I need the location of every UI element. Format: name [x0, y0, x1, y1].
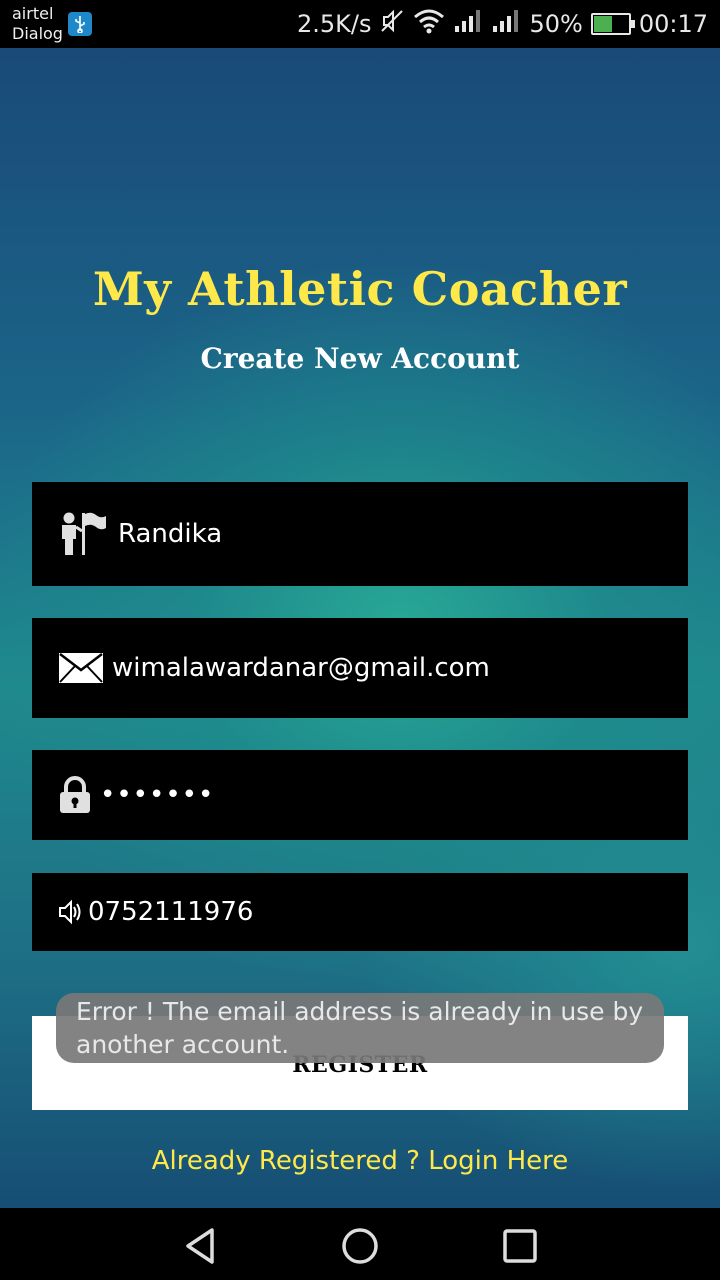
signal-icon-2 [491, 8, 521, 40]
carrier-name: airtel Dialog [12, 4, 63, 44]
navigation-bar [0, 1208, 720, 1280]
error-toast-message: Error ! The email address is already in … [76, 997, 644, 1059]
name-input[interactable]: Randika [118, 519, 222, 549]
envelope-icon [58, 652, 104, 684]
network-speed: 2.5K/s [296, 10, 372, 38]
usb-icon [68, 12, 92, 36]
user-flag-icon [58, 511, 108, 557]
battery-percent: 50% [529, 10, 583, 38]
status-bar: airtel Dialog 2.5K/s 50% 00:17 [0, 0, 720, 48]
email-input[interactable]: wimalawardanar@gmail.com [112, 653, 490, 683]
wifi-icon [413, 8, 445, 40]
page-subtitle: Create New Account [200, 342, 520, 375]
carrier-line-2: Dialog [12, 24, 63, 43]
lock-icon [58, 776, 92, 814]
email-field[interactable]: wimalawardanar@gmail.com [32, 618, 688, 718]
speaker-icon [58, 899, 84, 925]
app-title: My Athletic Coacher [92, 262, 628, 316]
password-field[interactable]: ••••••• [32, 750, 688, 840]
error-toast: Error ! The email address is already in … [56, 993, 664, 1063]
battery-icon [590, 13, 635, 35]
recents-button[interactable] [500, 1226, 540, 1266]
login-link[interactable]: Already Registered ? Login Here [0, 1146, 720, 1176]
carrier-line-1: airtel [12, 4, 54, 23]
password-input[interactable]: ••••••• [100, 780, 214, 810]
name-field[interactable]: Randika [32, 482, 688, 586]
signal-icon-1 [453, 8, 483, 40]
phone-field[interactable]: 0752111976 [32, 873, 688, 951]
phone-input[interactable]: 0752111976 [88, 897, 253, 927]
clock: 00:17 [638, 10, 708, 38]
status-indicators: 2.5K/s 50% 00:17 [297, 0, 708, 48]
home-button[interactable] [340, 1226, 380, 1266]
mute-icon [379, 8, 405, 40]
back-button[interactable] [180, 1226, 220, 1266]
